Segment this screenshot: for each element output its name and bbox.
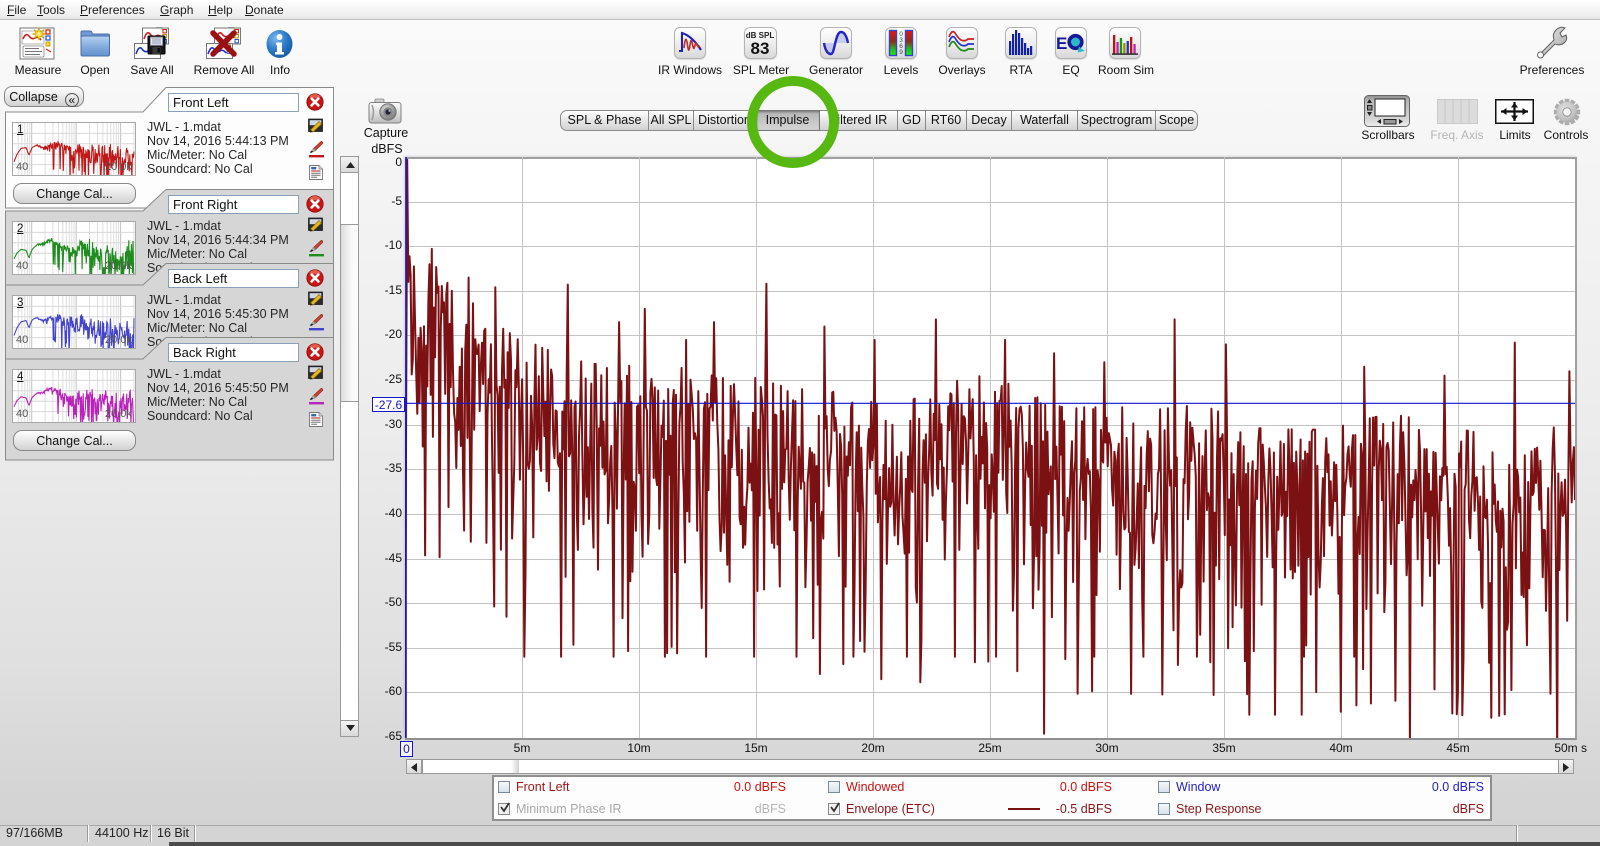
svg-text:E: E bbox=[1056, 34, 1067, 53]
svg-text:9: 9 bbox=[899, 49, 903, 56]
svg-text:83: 83 bbox=[751, 39, 770, 58]
